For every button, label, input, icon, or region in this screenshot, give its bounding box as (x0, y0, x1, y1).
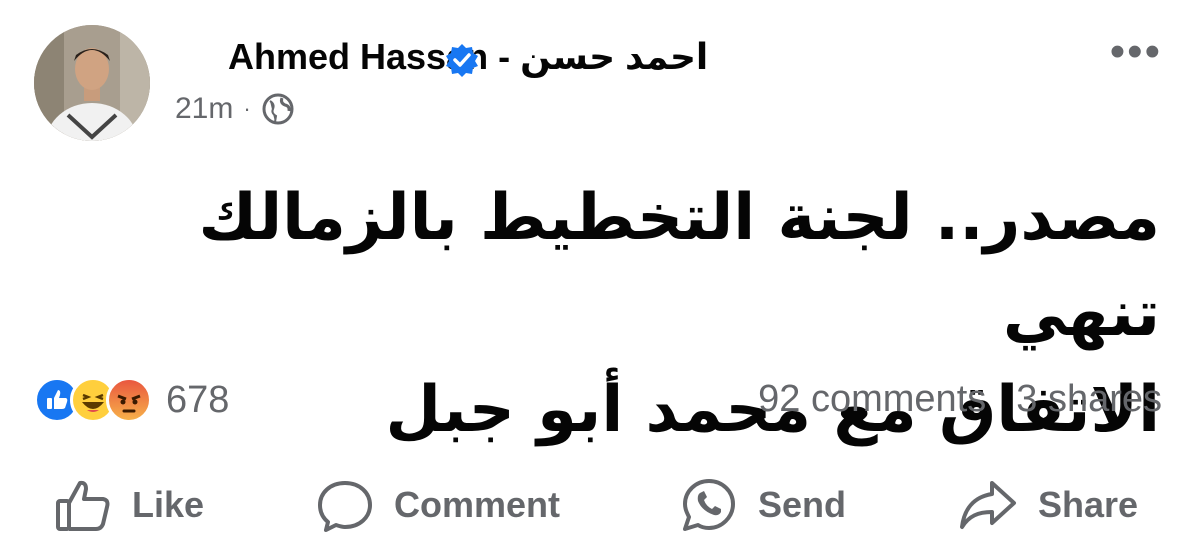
avatar-image (34, 25, 150, 141)
like-button[interactable]: Like (54, 470, 204, 540)
comments-count[interactable]: 92 comments (758, 378, 986, 421)
angry-reaction-icon (106, 377, 152, 423)
post-meta: 21m · (175, 92, 295, 126)
globe-icon[interactable] (261, 92, 295, 126)
share-label: Share (1038, 484, 1139, 525)
share-arrow-icon (960, 481, 1016, 529)
send-label: Send (758, 484, 847, 525)
author-avatar[interactable] (34, 25, 150, 141)
post-time[interactable]: 21m (175, 92, 233, 126)
meta-separator: · (243, 96, 251, 121)
comment-bubble-icon (318, 481, 372, 532)
reaction-count: 678 (166, 378, 230, 421)
verified-badge-icon (446, 44, 478, 77)
facebook-post: Ahmed Hassan - احمد حسن 21m · ••• مصدر..… (0, 0, 1200, 551)
post-action-bar: Like Comment Send Share (0, 470, 1200, 540)
like-label: Like (132, 484, 205, 525)
send-button[interactable]: Send (680, 470, 846, 540)
comment-label: Comment (394, 484, 561, 525)
post-text-line: مصدر.. لجنة التخطيط بالزمالك تنهي (198, 181, 1160, 351)
whatsapp-icon (683, 479, 735, 531)
more-options-icon[interactable]: ••• (1110, 30, 1162, 74)
comment-button[interactable]: Comment (316, 470, 560, 540)
engagement-counts: 92 comments 3 shares (758, 378, 1162, 421)
shares-count[interactable]: 3 shares (1016, 378, 1162, 421)
reactions-summary[interactable]: 678 (34, 377, 229, 423)
thumbs-up-icon (56, 480, 110, 531)
share-button[interactable]: Share (958, 470, 1138, 540)
